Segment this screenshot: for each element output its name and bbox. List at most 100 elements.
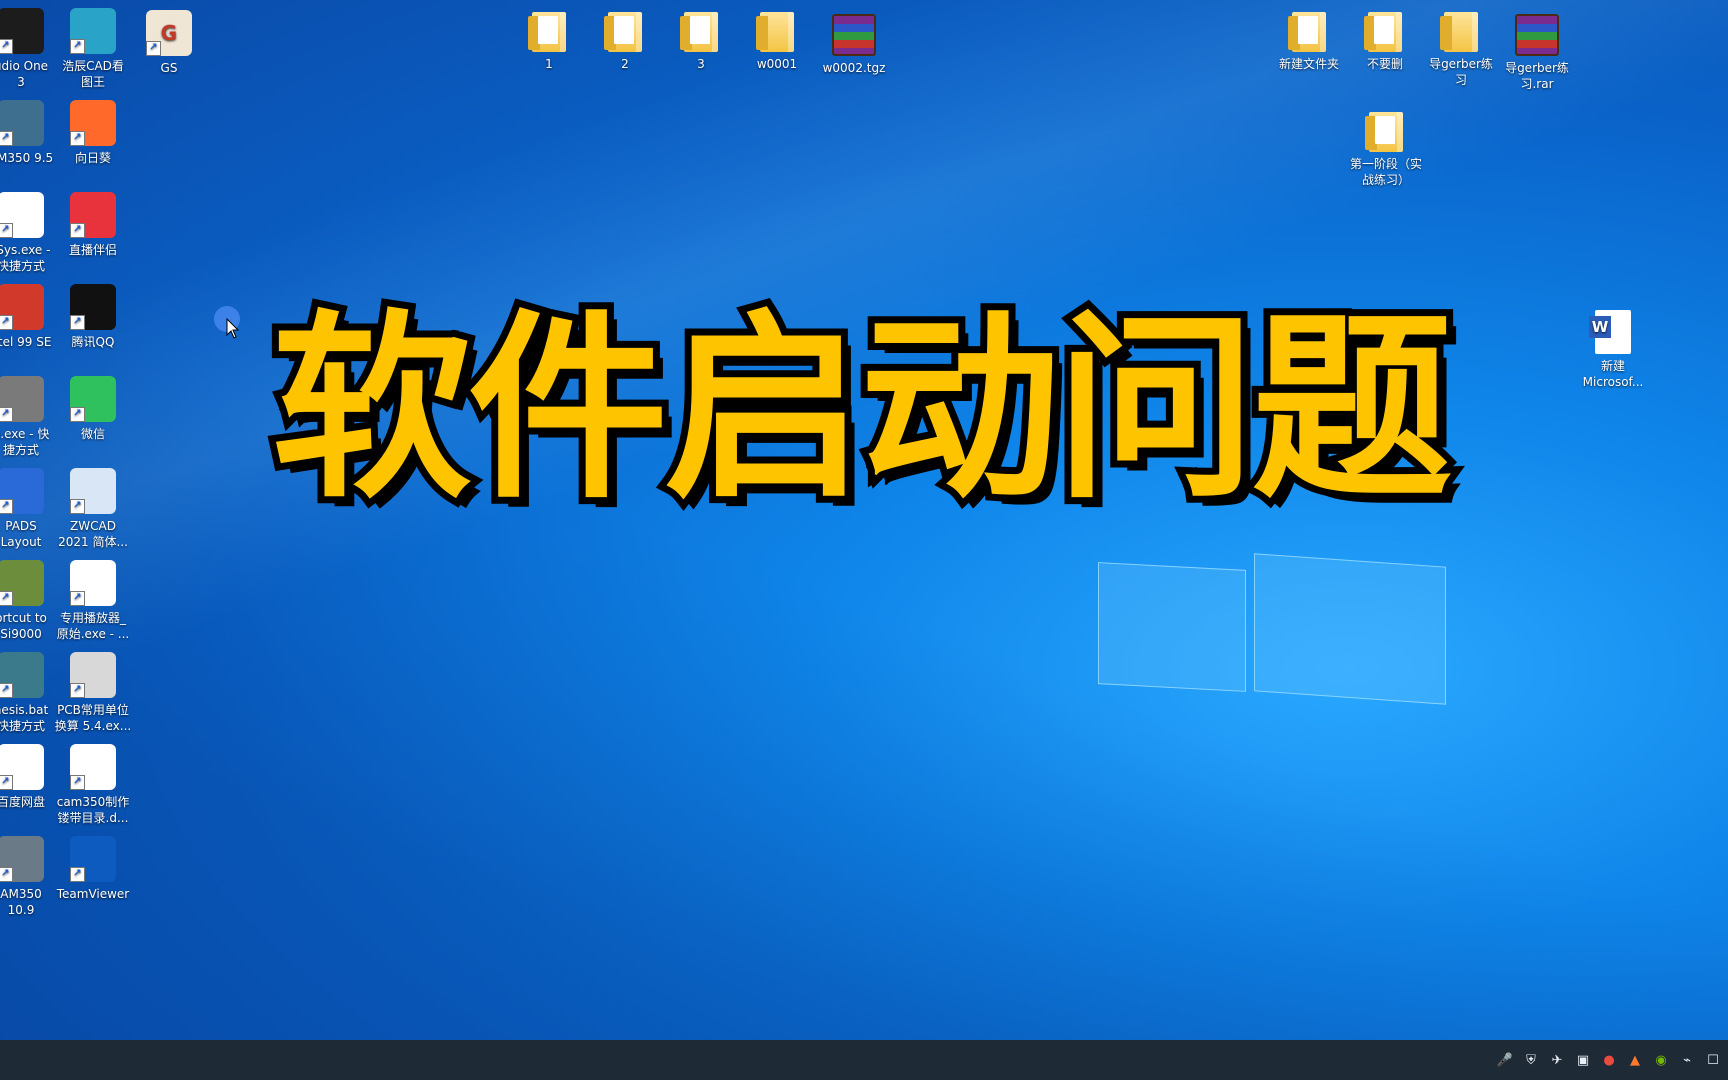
teamviewer-icon: ↗ — [70, 836, 116, 882]
shortcut-arrow-icon: ↗ — [0, 407, 13, 422]
mouse-pointer-icon — [226, 318, 240, 339]
desktop-shortcut[interactable]: ↗ 向日葵 — [54, 100, 132, 166]
desktop-icon-label: w0001 — [756, 57, 798, 71]
desktop-icon-label: udio One 3 — [0, 59, 49, 89]
desktop-shortcut[interactable]: ↗ ortcut to Si9000 — [0, 560, 60, 642]
desktop-shortcut[interactable]: ↗ 腾讯QQ — [54, 284, 132, 350]
genesis-icon: ↗ — [0, 652, 44, 698]
player-icon: ↗ — [70, 560, 116, 606]
desktop-word-document[interactable]: W 新建 Microsof... — [1574, 310, 1652, 390]
desktop-folder-w0001[interactable]: w0001 — [738, 10, 816, 72]
si9000-icon: ↗ — [0, 560, 44, 606]
folder-icon — [1364, 12, 1402, 52]
network-icon[interactable]: ⌁ — [1678, 1051, 1696, 1069]
shortcut-arrow-icon: ↗ — [0, 315, 13, 330]
desktop-shortcut[interactable]: ↗ 专用播放器_ 原始.exe - ... — [54, 560, 132, 642]
live-companion-icon: ↗ — [70, 192, 116, 238]
app-tray-icon[interactable]: ▲ — [1626, 1051, 1644, 1069]
desktop-icon-label: GS — [160, 61, 178, 75]
desktop-shortcut[interactable]: ↗ cam350制作 镂带目录.d... — [54, 744, 132, 826]
nvidia-icon[interactable]: ◉ — [1652, 1051, 1670, 1069]
desktop-icon-label: 1 — [545, 57, 553, 71]
desktop-icon-label: ZWCAD 2021 简体... — [58, 519, 128, 549]
shortcut-arrow-icon: ↗ — [70, 407, 85, 422]
desktop-shortcut[interactable]: ↗ ZWCAD 2021 简体... — [54, 468, 132, 550]
taskbar: 🎤 ⛨ ✈ ▣ ● ▲ ◉ ⌁ ☐ — [0, 1040, 1728, 1080]
desktop-icon-label: otel 99 SE — [0, 335, 52, 349]
desktop-archive-w0002[interactable]: w0002.tgz — [815, 10, 893, 76]
winrar-archive-icon — [1515, 14, 1559, 56]
word-doc-icon: ↗ — [70, 744, 116, 790]
bluetooth-icon[interactable]: ✈ — [1548, 1051, 1566, 1069]
desktop-icon-label: 不要删 — [1366, 57, 1403, 71]
shortcut-arrow-icon: ↗ — [0, 39, 13, 54]
desktop-shortcut[interactable]: ↗ 百度网盘 — [0, 744, 60, 810]
desktop-icon-label: 直播伴侣 — [68, 243, 117, 257]
desktop-shortcut[interactable]: ↗ 直播伴侣 — [54, 192, 132, 258]
desktop-icon-label: ortcut to Si9000 — [0, 611, 47, 641]
cam350-icon: ↗ — [0, 100, 44, 146]
desktop-folder-3[interactable]: 3 — [662, 10, 740, 72]
folder-icon — [756, 12, 794, 52]
sunflower-icon: ↗ — [70, 100, 116, 146]
desktop-shortcut[interactable]: ↗ 微信 — [54, 376, 132, 442]
desktop-icon-label: tSys.exe - 快捷方式 — [0, 243, 51, 273]
desktop-shortcut[interactable]: ↗ AM350 10.9 — [0, 836, 60, 918]
shortcut-arrow-icon: ↗ — [70, 591, 85, 606]
chip-icon: ↗ — [0, 376, 44, 422]
desktop-shortcut[interactable]: ↗ otel 99 SE — [0, 284, 60, 350]
desktop-folder-do-not-delete[interactable]: 不要删 — [1346, 10, 1424, 72]
system-tray: 🎤 ⛨ ✈ ▣ ● ▲ ◉ ⌁ ☐ — [1496, 1051, 1722, 1069]
desktop-icon-label: 第一阶段（实 战练习） — [1349, 157, 1422, 187]
desktop-shortcut[interactable]: ↗ AM350 9.5 — [0, 100, 60, 166]
shortcut-arrow-icon: ↗ — [0, 775, 13, 790]
notification-icon[interactable]: ☐ — [1704, 1051, 1722, 1069]
desktop-icon-label: 导gerber练 习.rar — [1505, 61, 1569, 91]
desktop-shortcut[interactable]: ↗ TeamViewer — [54, 836, 132, 902]
wechat-icon: ↗ — [70, 376, 116, 422]
shortcut-arrow-icon: ↗ — [70, 223, 85, 238]
headline-text: 软件启动问题 — [265, 286, 1459, 533]
desktop-folder-stage-one[interactable]: 第一阶段（实 战练习） — [1346, 110, 1426, 188]
shortcut-arrow-icon: ↗ — [0, 131, 13, 146]
desktop-shortcut[interactable]: ↗ PCB常用单位 换算 5.4.ex... — [54, 652, 132, 734]
screen-capture-icon[interactable]: ▣ — [1574, 1051, 1592, 1069]
desktop-icon-label: w0002.tgz — [822, 61, 886, 75]
desktop-icon-label: 2 — [621, 57, 629, 71]
desktop-shortcut[interactable]: ↗ nesis.bat 快捷方式 — [0, 652, 60, 734]
microphone-icon[interactable]: 🎤 — [1496, 1051, 1514, 1069]
record-icon[interactable]: ● — [1600, 1051, 1618, 1069]
folder-icon — [1365, 112, 1403, 152]
desktop-folder-gerber-practice[interactable]: 导gerber练 习 — [1422, 10, 1500, 88]
desktop-folder-new[interactable]: 新建文件夹 — [1270, 10, 1348, 72]
desktop-icon-label: 3 — [697, 57, 705, 71]
desktop-shortcut[interactable]: ↗ p.exe - 快 捷方式 — [0, 376, 60, 458]
protel-icon: ↗ — [0, 284, 44, 330]
folder-icon — [680, 12, 718, 52]
desktop-folder-1[interactable]: 1 — [510, 10, 588, 72]
desktop-shortcut[interactable]: ↗ PADS Layout — [0, 468, 60, 550]
shortcut-arrow-icon: ↗ — [70, 683, 85, 698]
desktop-icon-label: 新建文件夹 — [1278, 57, 1339, 71]
desktop-shortcut[interactable]: ↗ udio One 3 — [0, 8, 60, 90]
desktop-icon-gs[interactable]: G ↗ GS — [130, 10, 208, 76]
desktop-shortcut[interactable]: ↗ 浩辰CAD看 图王 — [54, 8, 132, 90]
desktop-icon-label: PADS Layout — [0, 519, 42, 549]
shield-icon[interactable]: ⛨ — [1522, 1051, 1540, 1069]
desktop-shortcut[interactable]: ↗ tSys.exe - 快捷方式 — [0, 192, 60, 274]
desktop-icon-label: 腾讯QQ — [71, 335, 115, 349]
shortcut-arrow-icon: ↗ — [70, 499, 85, 514]
desktop-archive-gerber-practice[interactable]: 导gerber练 习.rar — [1498, 10, 1576, 92]
shortcut-arrow-icon: ↗ — [70, 315, 85, 330]
desktop-icon-label: 导gerber练 习 — [1429, 57, 1493, 87]
desktop-icon-label: 浩辰CAD看 图王 — [62, 59, 124, 89]
shortcut-arrow-icon: ↗ — [70, 867, 85, 882]
word-doc-icon: W — [1589, 310, 1631, 354]
gstarcad-icon: ↗ — [70, 8, 116, 54]
shortcut-arrow-icon: ↗ — [0, 499, 13, 514]
pads-icon: ↗ — [0, 468, 44, 514]
desktop-icon-label: 向日葵 — [74, 151, 111, 165]
desktop-icon-label: 专用播放器_ 原始.exe - ... — [56, 611, 130, 641]
desktop-icon-label: cam350制作 镂带目录.d... — [56, 795, 130, 825]
desktop-folder-2[interactable]: 2 — [586, 10, 664, 72]
